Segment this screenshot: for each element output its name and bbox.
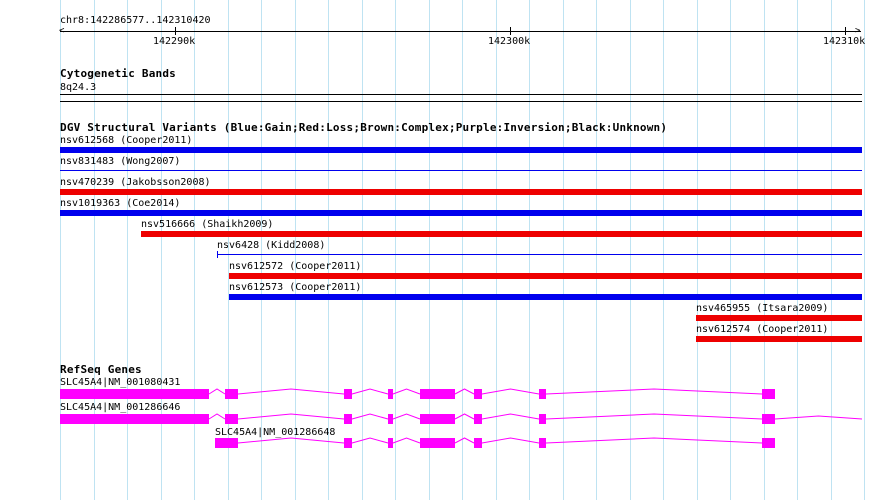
- intron-line: [392, 437, 421, 444]
- exon-block: [388, 414, 393, 424]
- exon-block: [388, 438, 393, 448]
- exon-block: [420, 438, 455, 448]
- exon-block: [474, 438, 482, 448]
- exon-block: [388, 389, 393, 399]
- intron-line: [545, 388, 763, 395]
- exon-block: [420, 389, 455, 399]
- exon-block: [762, 438, 775, 448]
- intron-line: [454, 413, 475, 420]
- exon-block: [539, 438, 546, 448]
- exon-block: [762, 389, 775, 399]
- exon-block: [539, 414, 546, 424]
- exon-block: [420, 414, 455, 424]
- exon-block: [474, 389, 482, 399]
- intron-line: [545, 413, 763, 420]
- intron-line: [351, 413, 389, 420]
- genome-browser-view[interactable]: chr8:142286577..142310420 < > 142290k 14…: [0, 0, 890, 500]
- exon-block: [60, 389, 209, 399]
- intron-line: [351, 388, 389, 395]
- intron-line: [481, 413, 540, 420]
- exon-block: [474, 414, 482, 424]
- intron-line: [392, 413, 421, 420]
- intron-line: [208, 413, 226, 420]
- intron-line: [454, 388, 475, 395]
- exon-block: [60, 414, 209, 424]
- exon-block: [225, 414, 238, 424]
- exon-block: [344, 438, 352, 448]
- exon-block: [539, 389, 546, 399]
- intron-line: [351, 437, 389, 444]
- exon-block: [762, 414, 775, 424]
- exon-block: [215, 438, 238, 448]
- exon-block: [225, 389, 238, 399]
- intron-line: [237, 437, 345, 444]
- exon-block: [344, 414, 352, 424]
- refseq-gene-models[interactable]: [0, 0, 890, 500]
- intron-line: [454, 437, 475, 444]
- intron-line: [237, 413, 345, 420]
- exon-block: [344, 389, 352, 399]
- intron-line: [208, 388, 226, 395]
- intron-line: [392, 388, 421, 395]
- intron-line: [481, 437, 540, 444]
- intron-line: [481, 388, 540, 395]
- intron-line: [774, 415, 863, 420]
- intron-line: [237, 388, 345, 395]
- intron-line: [545, 437, 763, 444]
